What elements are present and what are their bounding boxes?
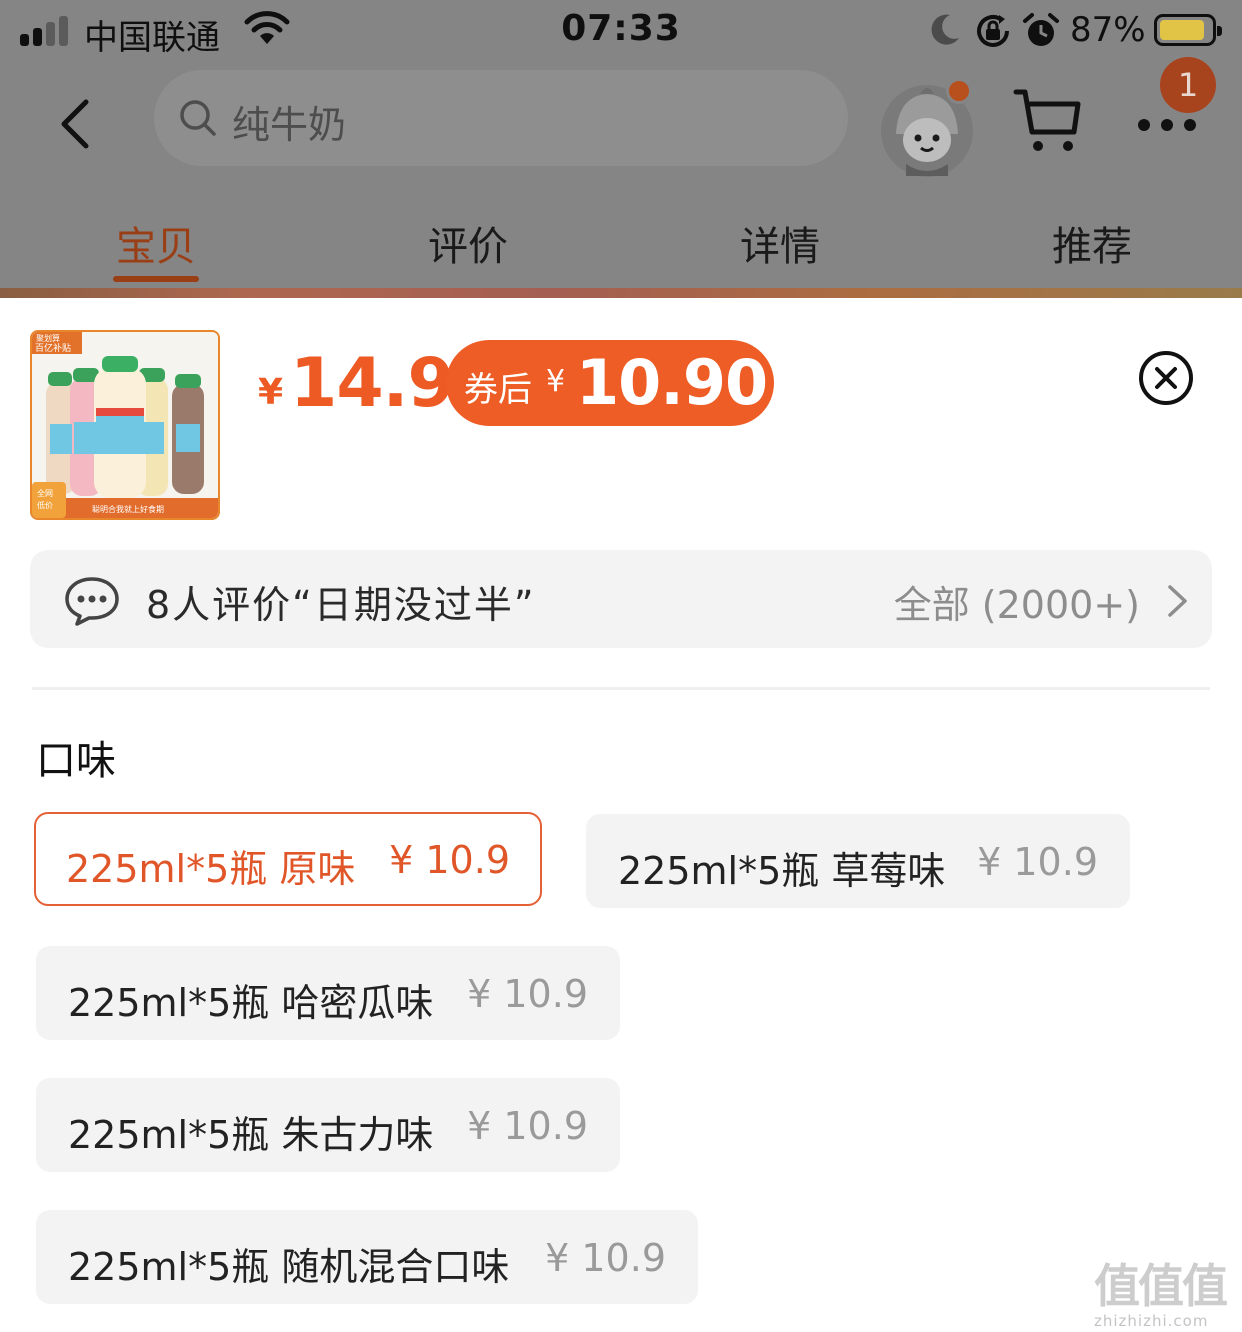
avatar[interactable] <box>878 78 976 180</box>
tab-label: 评价 <box>428 224 508 270</box>
tab-label: 详情 <box>740 224 820 270</box>
option-label: 225ml*5瓶 随机混合口味 <box>68 1245 510 1289</box>
tab-baobei[interactable]: 宝贝 <box>56 214 256 282</box>
option-price: ¥ 10.9 <box>977 840 1098 884</box>
image-banner-text: 聪明合我就上好食期 <box>92 504 164 514</box>
chevron-right-icon <box>1168 585 1187 617</box>
image-top-tag: 聚划算 <box>36 333 60 343</box>
divider <box>32 687 1210 690</box>
search-icon <box>180 100 216 136</box>
review-summary-row[interactable]: 8人评价“日期没过半” 全部 (2000+) <box>30 550 1212 648</box>
option-price: ¥ 10.9 <box>389 838 510 882</box>
option-price: ¥ 10.9 <box>545 1236 666 1280</box>
close-icon[interactable] <box>1138 350 1194 406</box>
active-tab-indicator <box>113 276 199 282</box>
sku-selection-sheet: 聚划算 百亿补贴 全网 低价 聪明合我就上好食期 ¥ 14.9 券后 ¥ 10.… <box>0 298 1242 1332</box>
product-price: 14.9 <box>290 344 455 423</box>
tab-bar: 宝贝 评价 详情 推荐 <box>0 214 1242 288</box>
battery-icon <box>1154 14 1222 46</box>
back-arrow-icon[interactable] <box>54 98 98 150</box>
option-label: 225ml*5瓶 原味 <box>66 847 356 891</box>
review-summary-text: 8人评价“日期没过半” <box>146 583 536 627</box>
coupon-price: 10.90 <box>576 346 768 419</box>
coupon-currency: ¥ <box>546 364 566 399</box>
chat-bubble-icon <box>65 577 119 626</box>
flavor-option-original[interactable]: 225ml*5瓶 原味 ¥ 10.9 <box>34 812 542 906</box>
notification-badge: 1 <box>1160 57 1216 113</box>
search-placeholder: 纯牛奶 <box>232 103 347 147</box>
status-bar: 中国联通 07:33 87% <box>0 0 1242 62</box>
svg-text:百亿补贴: 百亿补贴 <box>35 342 71 354</box>
top-nav: 纯牛奶 1 <box>0 57 1242 177</box>
rotation-lock-icon <box>977 15 1009 47</box>
cart-icon[interactable] <box>1012 86 1082 158</box>
product-image: 聚划算 百亿补贴 全网 低价 聪明合我就上好食期 <box>32 332 218 518</box>
image-side-tag: 全网 <box>37 488 53 498</box>
coupon-price-pill: 券后 ¥ 10.90 <box>446 340 774 426</box>
flavor-option-strawberry[interactable]: 225ml*5瓶 草莓味 ¥ 10.9 <box>586 814 1130 908</box>
tab-details[interactable]: 详情 <box>680 214 880 272</box>
coupon-label: 券后 <box>464 370 532 410</box>
option-label: 225ml*5瓶 草莓味 <box>618 849 946 893</box>
site-watermark: 值值值 zhizhizhi.com <box>1094 1250 1234 1330</box>
watermark-title: 值值值 <box>1094 1259 1228 1313</box>
product-banner-peek <box>0 288 1242 298</box>
tab-reviews[interactable]: 评价 <box>368 214 568 272</box>
tab-recommend[interactable]: 推荐 <box>992 214 1192 272</box>
option-price: ¥ 10.9 <box>467 1104 588 1148</box>
svg-text:低价: 低价 <box>37 500 53 510</box>
all-reviews-link[interactable]: 全部 (2000+) <box>894 574 1140 629</box>
option-label: 225ml*5瓶 哈密瓜味 <box>68 981 434 1025</box>
flavor-option-mixed[interactable]: 225ml*5瓶 随机混合口味 ¥ 10.9 <box>36 1210 698 1304</box>
more-icon[interactable] <box>1136 110 1198 140</box>
tab-label: 推荐 <box>1052 224 1132 270</box>
battery-percent: 87% <box>1070 10 1146 50</box>
price-currency: ¥ <box>258 372 284 413</box>
dimmed-page-overlay[interactable]: 中国联通 07:33 87% 纯牛奶 1 宝贝 评价 详情 推荐 <box>0 0 1242 298</box>
flavor-option-chocolate[interactable]: 225ml*5瓶 朱古力味 ¥ 10.9 <box>36 1078 620 1172</box>
moon-icon <box>931 14 959 45</box>
notification-dot <box>946 78 972 104</box>
alarm-icon <box>1023 13 1059 46</box>
search-bar[interactable]: 纯牛奶 <box>154 70 848 166</box>
watermark-domain: zhizhizhi.com <box>1094 1312 1209 1330</box>
product-thumbnail[interactable]: 聚划算 百亿补贴 全网 低价 聪明合我就上好食期 <box>30 330 220 520</box>
option-label: 225ml*5瓶 朱古力味 <box>68 1113 434 1157</box>
tab-label: 宝贝 <box>116 224 196 270</box>
flavor-section-title: 口味 <box>36 738 116 784</box>
option-price: ¥ 10.9 <box>467 972 588 1016</box>
flavor-option-melon[interactable]: 225ml*5瓶 哈密瓜味 ¥ 10.9 <box>36 946 620 1040</box>
